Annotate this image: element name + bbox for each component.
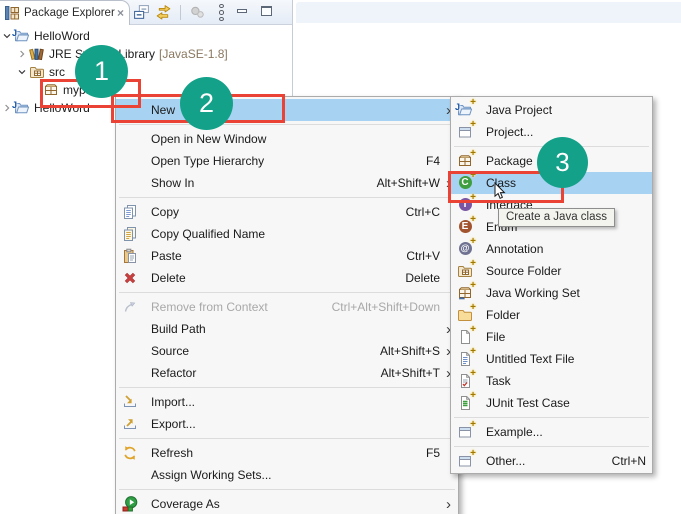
import-icon xyxy=(122,394,138,410)
new-annotation-icon xyxy=(457,241,473,257)
maximize-icon[interactable] xyxy=(261,6,272,16)
collapse-all-icon[interactable] xyxy=(133,4,150,21)
submenu-item-annotation[interactable]: Annotation xyxy=(451,238,652,260)
new-untitled-text-file-icon xyxy=(457,351,473,367)
menu-item-refresh[interactable]: RefreshF5 xyxy=(116,442,458,464)
tree-item-jre-library[interactable]: JRE System Library [JavaSE-1.8] xyxy=(17,45,228,63)
submenu-item-java-working-set[interactable]: Java Working Set xyxy=(451,282,652,304)
java-project-icon xyxy=(14,100,30,116)
tree-item-mypack[interactable]: mypack xyxy=(43,81,104,99)
new-task-icon xyxy=(457,373,473,389)
menu-item-copy-qualified-name[interactable]: Copy Qualified Name xyxy=(116,223,458,245)
tooltip: Create a Java class xyxy=(498,208,615,227)
menu-item-remove-from-context[interactable]: Remove from ContextCtrl+Alt+Shift+Down xyxy=(116,296,458,318)
paste-icon xyxy=(122,248,138,264)
menu-separator xyxy=(454,417,649,418)
menu-item-source[interactable]: SourceAlt+Shift+S› xyxy=(116,340,458,362)
tree-item-helloword[interactable]: HelloWord xyxy=(2,27,90,45)
export-icon xyxy=(122,416,138,432)
menu-item-coverage-as[interactable]: Coverage As› xyxy=(116,493,458,514)
new-file-icon xyxy=(457,329,473,345)
submenu-item-untitled-text-file[interactable]: Untitled Text File xyxy=(451,348,652,370)
new-example-icon xyxy=(457,424,473,440)
menu-item-copy[interactable]: CopyCtrl+C xyxy=(116,201,458,223)
copy-qualified-name-icon xyxy=(122,226,138,242)
package-explorer-icon xyxy=(4,5,20,21)
package-icon xyxy=(43,82,59,98)
menu-item-paste[interactable]: PasteCtrl+V xyxy=(116,245,458,267)
menu-item-delete[interactable]: DeleteDelete xyxy=(116,267,458,289)
menu-separator xyxy=(119,489,455,490)
jre-library-icon xyxy=(29,46,45,62)
editor-header-strip xyxy=(296,2,681,23)
new-java-project-icon xyxy=(457,102,473,118)
submenu-item-folder[interactable]: Folder xyxy=(451,304,652,326)
new-interface-icon xyxy=(457,197,473,213)
submenu-item-class[interactable]: Class xyxy=(451,172,652,194)
source-folder-icon xyxy=(29,64,45,80)
menu-separator xyxy=(119,438,455,439)
new-java-working-set-icon xyxy=(457,285,473,301)
submenu-item-source-folder[interactable]: Source Folder xyxy=(451,260,652,282)
coverage-icon xyxy=(122,496,138,512)
new-other-icon xyxy=(457,453,473,469)
menu-separator xyxy=(119,387,455,388)
copy-icon xyxy=(122,204,138,220)
new-enum-icon xyxy=(457,219,473,235)
tree-item-src[interactable]: src xyxy=(17,63,65,81)
submenu-item-other[interactable]: Other...Ctrl+N xyxy=(451,450,652,472)
view-menu-icon[interactable] xyxy=(217,4,225,21)
menu-separator xyxy=(119,197,455,198)
link-with-editor-icon[interactable] xyxy=(155,4,172,21)
menu-separator xyxy=(454,446,649,447)
library-decoration: [JavaSE-1.8] xyxy=(159,47,228,61)
new-package-icon xyxy=(457,153,473,169)
eclipse-workbench: Package Explorer × HelloWord JRE System … xyxy=(0,0,681,514)
toolbar-separator xyxy=(180,5,181,20)
chevron-expanded-icon[interactable] xyxy=(2,31,12,41)
menu-separator xyxy=(119,292,455,293)
menu-item-assign-working-sets[interactable]: Assign Working Sets... xyxy=(116,464,458,486)
menu-item-open-in-new-window[interactable]: Open in New Window xyxy=(116,128,458,150)
minimize-icon[interactable] xyxy=(237,9,247,13)
context-menu: New› Open in New Window Open Type Hierar… xyxy=(115,96,459,514)
menu-separator xyxy=(119,124,455,125)
chevron-collapsed-icon[interactable] xyxy=(2,103,12,113)
menu-item-build-path[interactable]: Build Path› xyxy=(116,318,458,340)
java-project-icon xyxy=(14,28,30,44)
menu-item-new[interactable]: New› xyxy=(116,99,458,121)
new-junit-test-case-icon xyxy=(457,395,473,411)
menu-item-refactor[interactable]: RefactorAlt+Shift+T› xyxy=(116,362,458,384)
menu-item-import[interactable]: Import... xyxy=(116,391,458,413)
delete-icon xyxy=(122,270,138,286)
tree-item-helloword-2[interactable]: HelloWord xyxy=(2,99,90,117)
new-folder-icon xyxy=(457,307,473,323)
submenu-item-file[interactable]: File xyxy=(451,326,652,348)
menu-item-open-type-hierarchy[interactable]: Open Type HierarchyF4 xyxy=(116,150,458,172)
submenu-item-junit-test-case[interactable]: JUnit Test Case xyxy=(451,392,652,414)
submenu-arrow-icon: › xyxy=(446,497,458,512)
refresh-icon xyxy=(122,445,138,461)
new-project-icon xyxy=(457,124,473,140)
tab-package-explorer[interactable]: Package Explorer × xyxy=(0,0,130,25)
view-title: Package Explorer xyxy=(24,7,117,19)
new-submenu: Java Project Project... Package Class In… xyxy=(450,96,653,474)
submenu-item-java-project[interactable]: Java Project xyxy=(451,99,652,121)
close-view-icon[interactable]: × xyxy=(117,7,124,19)
submenu-item-package[interactable]: Package xyxy=(451,150,652,172)
chevron-collapsed-icon[interactable] xyxy=(17,49,27,59)
new-source-folder-icon xyxy=(457,263,473,279)
menu-separator xyxy=(454,146,649,147)
menu-item-show-in[interactable]: Show InAlt+Shift+W› xyxy=(116,172,458,194)
menu-item-export[interactable]: Export... xyxy=(116,413,458,435)
focus-icon[interactable] xyxy=(189,4,206,21)
chevron-expanded-icon[interactable] xyxy=(17,67,27,77)
new-class-icon xyxy=(457,175,473,191)
submenu-item-task[interactable]: Task xyxy=(451,370,652,392)
submenu-item-example[interactable]: Example... xyxy=(451,421,652,443)
submenu-item-project[interactable]: Project... xyxy=(451,121,652,143)
remove-from-context-icon xyxy=(122,299,138,315)
